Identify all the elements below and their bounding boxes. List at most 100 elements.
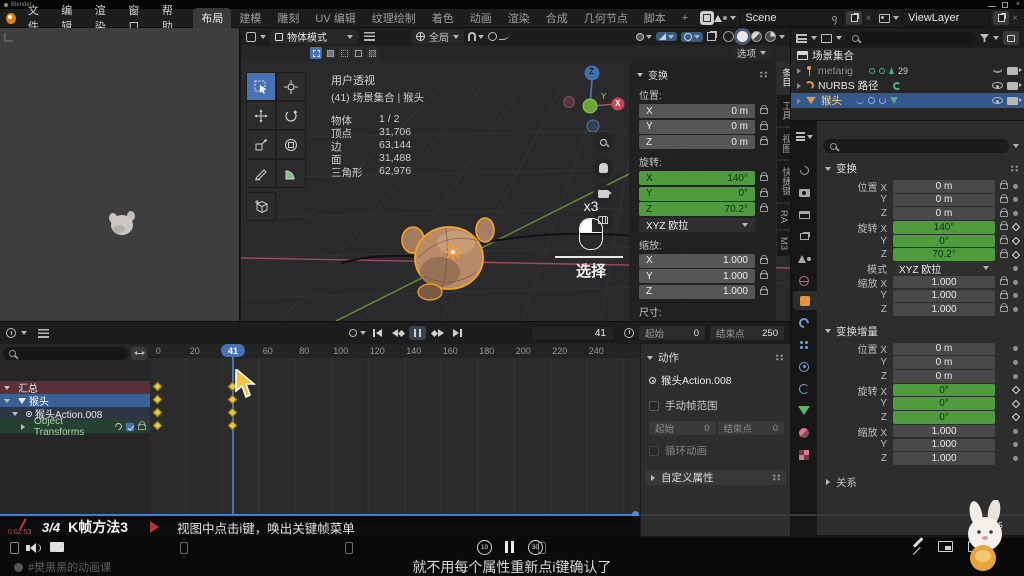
panel-options-icon[interactable]: [759, 71, 768, 78]
transform-section-header[interactable]: 变换: [825, 161, 1019, 176]
value-slider[interactable]: X1.000: [639, 254, 755, 268]
current-frame-field[interactable]: 41: [531, 326, 615, 341]
prev-keyframe-button[interactable]: [389, 326, 406, 340]
lock-icon[interactable]: [1000, 211, 1008, 217]
animate-marker-icon[interactable]: [1012, 386, 1020, 394]
viewlayer-icon[interactable]: [879, 14, 890, 23]
tab-object[interactable]: [793, 291, 817, 310]
lock-icon[interactable]: [1000, 238, 1008, 244]
value-slider[interactable]: 0°: [893, 384, 995, 397]
n-panel-tab[interactable]: 条目: [777, 62, 790, 93]
orientation-dropdown[interactable]: 全局: [411, 30, 464, 44]
select-subtract-icon[interactable]: [338, 47, 350, 59]
channel-summary[interactable]: 汇总: [0, 381, 150, 394]
proportional-edit-icon[interactable]: [488, 32, 509, 41]
value-slider[interactable]: 0°: [893, 397, 995, 410]
value-slider[interactable]: X0 m: [639, 104, 755, 118]
animate-marker-icon[interactable]: [1013, 360, 1018, 365]
workspace-tab[interactable]: 动画: [462, 8, 500, 28]
animate-marker-icon[interactable]: [1012, 223, 1020, 231]
outliner-filter-type-icon[interactable]: [821, 34, 832, 43]
pan-hand-icon[interactable]: [593, 158, 613, 178]
scene-browse-chevron-icon[interactable]: [730, 16, 736, 20]
panel-options-icon[interactable]: [772, 474, 781, 481]
tool-select-box[interactable]: [246, 72, 276, 101]
distant-monkey-object[interactable]: [105, 208, 139, 238]
lock-icon[interactable]: [1000, 279, 1008, 285]
lock-icon[interactable]: [760, 124, 768, 130]
animate-marker-icon[interactable]: [1013, 429, 1018, 434]
tab-tool[interactable]: [792, 161, 816, 180]
properties-editor-type-icon[interactable]: [792, 127, 816, 146]
forward-30-button[interactable]: 30: [528, 540, 543, 555]
tab-material[interactable]: [792, 423, 816, 442]
tab-view-layer[interactable]: [792, 227, 816, 246]
addon-icon[interactable]: [700, 11, 714, 25]
pause-button[interactable]: [409, 326, 426, 340]
rotation-mode-dropdown[interactable]: XYZ 欧拉: [893, 262, 995, 275]
n-panel-tab[interactable]: 快捷键: [777, 161, 790, 202]
device-icon[interactable]: [180, 542, 188, 554]
workspace-tab[interactable]: 渲染: [500, 8, 538, 28]
n-panel-tab[interactable]: 工具: [777, 95, 790, 126]
outliner-mode-chevron-icon[interactable]: [811, 36, 817, 40]
note-icon[interactable]: [345, 542, 353, 554]
shading-wireframe-icon[interactable]: [723, 31, 734, 42]
value-slider[interactable]: 0 m: [893, 180, 995, 193]
tool-rotate[interactable]: [276, 101, 306, 130]
workspace-tab[interactable]: 布局: [193, 8, 231, 28]
workspace-tab[interactable]: 合成: [538, 8, 576, 28]
n-panel-tab[interactable]: M3: [777, 231, 790, 256]
value-slider[interactable]: 70.2°: [893, 248, 995, 261]
auto-keying-icon[interactable]: [349, 329, 357, 337]
editor-corner-icon[interactable]: [4, 33, 13, 42]
lock-icon[interactable]: [1000, 183, 1008, 189]
lock-icon[interactable]: [1000, 293, 1008, 299]
filter-funnel-icon[interactable]: [980, 34, 989, 42]
edit-pencil-icon[interactable]: [913, 537, 923, 547]
select-extend-icon[interactable]: [324, 47, 336, 59]
tab-world[interactable]: [792, 271, 816, 290]
value-slider[interactable]: 1.000: [893, 276, 995, 289]
workspace-tab[interactable]: 几何节点: [576, 8, 636, 28]
new-collection-button[interactable]: [1003, 31, 1019, 45]
tool-move[interactable]: [246, 101, 276, 130]
mode-dropdown[interactable]: 物体模式: [270, 30, 358, 44]
animate-marker-icon[interactable]: [1012, 250, 1020, 258]
action-end-field[interactable]: 结束点0: [718, 421, 785, 435]
lock-icon[interactable]: [1000, 197, 1008, 203]
shading-dropdown-icon[interactable]: [779, 35, 785, 39]
hide-eye-icon[interactable]: [992, 82, 1003, 89]
relations-section-header[interactable]: 关系: [825, 475, 1019, 490]
lock-icon[interactable]: [760, 289, 768, 295]
disable-render-icon[interactable]: [1007, 82, 1018, 90]
panel-options-icon[interactable]: [775, 354, 784, 361]
viewlayer-remove-icon[interactable]: ×: [1012, 13, 1018, 24]
workspace-tab[interactable]: 雕刻: [269, 8, 307, 28]
proportional-falloff-dropdown[interactable]: [681, 32, 703, 42]
secondary-viewport[interactable]: [0, 28, 240, 321]
tab-object-data[interactable]: [792, 401, 816, 420]
animate-marker-icon[interactable]: [1013, 266, 1018, 271]
expand-arrow-icon[interactable]: [797, 98, 801, 104]
value-slider[interactable]: Y0°: [639, 187, 755, 201]
animate-marker-icon[interactable]: [1013, 197, 1018, 202]
animate-marker-icon[interactable]: [1013, 442, 1018, 447]
value-slider[interactable]: 0°: [893, 235, 995, 248]
value-slider[interactable]: 0 m: [893, 343, 995, 356]
lock-icon[interactable]: [1000, 306, 1008, 312]
animate-marker-icon[interactable]: [1013, 184, 1018, 189]
properties-filter-chevron-icon[interactable]: [1013, 144, 1019, 148]
shading-material-icon[interactable]: [751, 31, 762, 42]
workspace-tab[interactable]: 建模: [231, 8, 269, 28]
tab-constraints[interactable]: [792, 379, 816, 398]
value-slider[interactable]: X140°: [639, 171, 755, 185]
animate-marker-icon[interactable]: [1013, 346, 1018, 351]
cyclic-checkbox[interactable]: [649, 446, 659, 456]
animate-marker-icon[interactable]: [1013, 374, 1018, 379]
animate-marker-icon[interactable]: [1013, 293, 1018, 298]
scene-name-field[interactable]: Scene: [739, 11, 843, 26]
screen-cast-icon[interactable]: [50, 542, 64, 552]
navigation-gizmo[interactable]: Z Y X: [559, 62, 629, 132]
jump-to-end-button[interactable]: [449, 326, 466, 340]
